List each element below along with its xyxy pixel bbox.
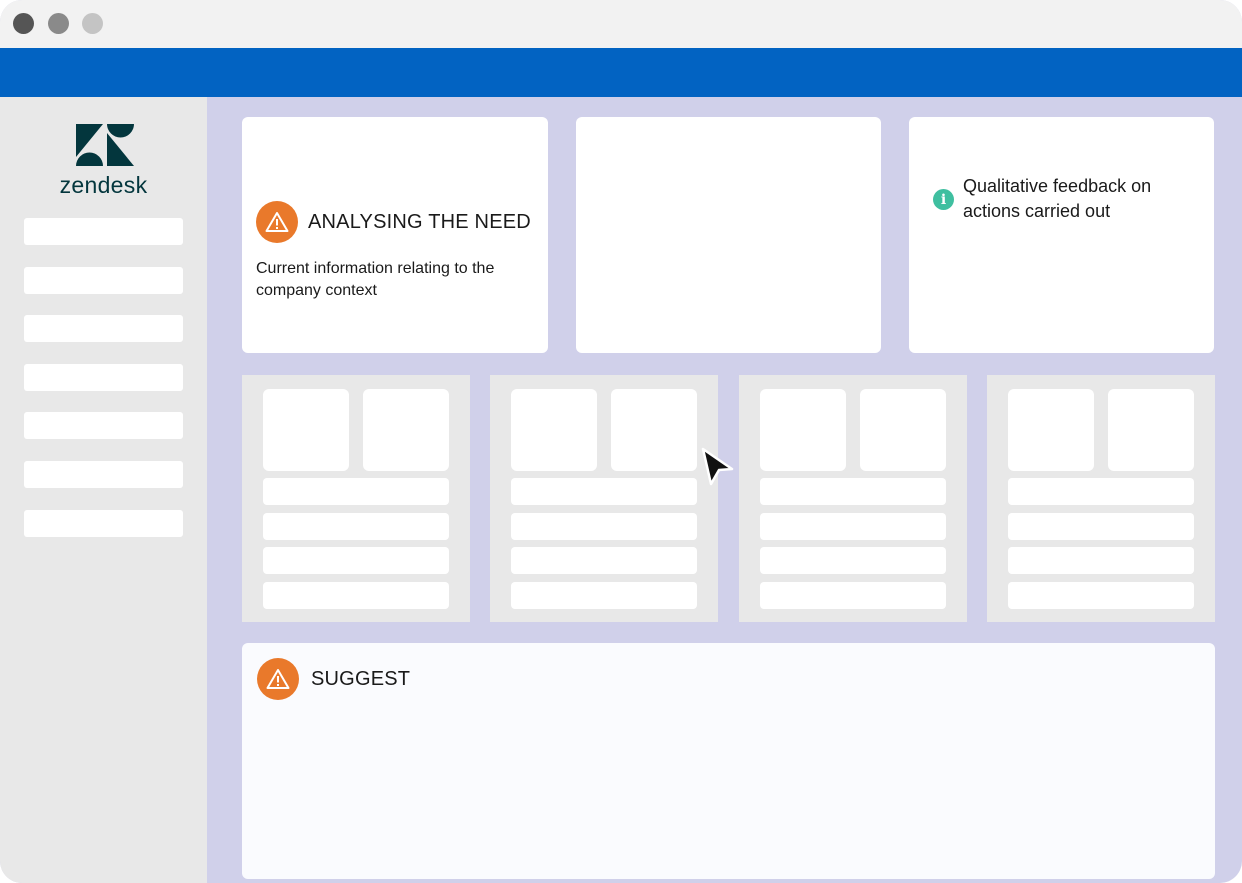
zendesk-logo-icon — [76, 124, 134, 166]
placeholder-tile[interactable] — [760, 389, 846, 471]
placeholder-row[interactable] — [263, 582, 449, 609]
placeholder-row[interactable] — [760, 513, 946, 540]
placeholder-row[interactable] — [263, 478, 449, 505]
analysing-need-title: ANALYSING THE NEED — [308, 211, 531, 233]
app-window: zendesk ANALYSING THE NEED Current infor… — [0, 0, 1242, 883]
suggest-title: SUGGEST — [311, 668, 411, 690]
placeholder-row[interactable] — [263, 513, 449, 540]
sidebar-item[interactable] — [24, 461, 183, 488]
sidebar-item[interactable] — [24, 267, 183, 294]
placeholder-row[interactable] — [1008, 478, 1194, 505]
placeholder-row[interactable] — [1008, 547, 1194, 574]
info-icon: i — [933, 189, 954, 210]
placeholder-row[interactable] — [511, 513, 697, 540]
placeholder-tile[interactable] — [611, 389, 697, 471]
sidebar-item[interactable] — [24, 218, 183, 245]
sidebar-item[interactable] — [24, 315, 183, 342]
warning-icon — [256, 201, 298, 243]
placeholder-tile[interactable] — [1108, 389, 1194, 471]
placeholder-tile[interactable] — [1008, 389, 1094, 471]
top-navigation-bar — [0, 48, 1242, 97]
sidebar-item[interactable] — [24, 412, 183, 439]
placeholder-row[interactable] — [263, 547, 449, 574]
placeholder-row[interactable] — [760, 582, 946, 609]
zoom-window-button[interactable] — [82, 13, 103, 34]
empty-card — [576, 117, 881, 353]
placeholder-row[interactable] — [511, 547, 697, 574]
placeholder-row[interactable] — [511, 582, 697, 609]
placeholder-tile[interactable] — [363, 389, 449, 471]
sidebar-item[interactable] — [24, 510, 183, 537]
placeholder-row[interactable] — [511, 478, 697, 505]
warning-icon — [257, 658, 299, 700]
close-window-button[interactable] — [13, 13, 34, 34]
analysing-need-description: Current information relating to the comp… — [256, 260, 495, 299]
placeholder-row[interactable] — [1008, 582, 1194, 609]
feedback-text: Qualitative feedback on actions carried … — [963, 176, 1152, 221]
placeholder-tile[interactable] — [511, 389, 597, 471]
sidebar-item[interactable] — [24, 364, 183, 391]
feedback-card — [909, 117, 1214, 353]
zendesk-logo-text: zendesk — [59, 172, 148, 198]
title-bar — [0, 0, 1242, 48]
placeholder-tile[interactable] — [263, 389, 349, 471]
mouse-pointer-icon — [701, 447, 734, 486]
placeholder-tile[interactable] — [860, 389, 946, 471]
minimize-window-button[interactable] — [48, 13, 69, 34]
placeholder-row[interactable] — [1008, 513, 1194, 540]
placeholder-row[interactable] — [760, 478, 946, 505]
sidebar — [0, 97, 207, 883]
placeholder-row[interactable] — [760, 547, 946, 574]
